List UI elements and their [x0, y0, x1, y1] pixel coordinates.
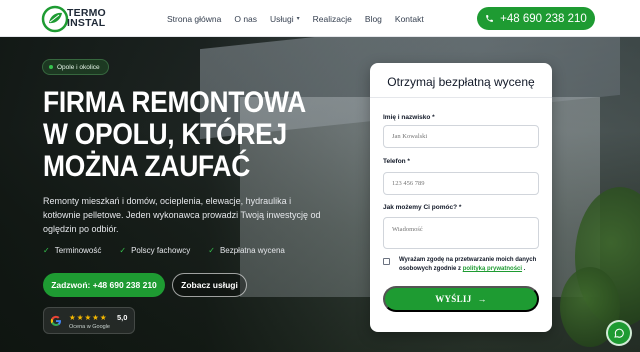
form-divider	[370, 97, 552, 98]
name-label: Imię i nazwisko *	[383, 114, 435, 121]
feature-item: ✓ Bezpłatna wycena	[208, 246, 285, 255]
rating-stars: ★★★★★	[69, 313, 108, 322]
submit-label: WYŚLIJ	[435, 294, 472, 304]
nav-item-services[interactable]: Usługi ▾	[270, 14, 300, 24]
brand-logo[interactable]: TERMO INSTAL	[41, 3, 131, 34]
hero-title: Firma remontowa w Opolu, której można za…	[43, 86, 305, 183]
header-phone-button[interactable]: +48 690 238 210	[477, 7, 595, 30]
badge-dot-icon	[49, 65, 53, 69]
hero-section: Opole i okolice Firma remontowa w Opolu,…	[0, 37, 640, 352]
submit-button[interactable]: WYŚLIJ →	[383, 286, 539, 312]
feature-label: Terminowość	[54, 246, 102, 255]
call-button[interactable]: Zadzwoń: +48 690 238 210	[43, 273, 165, 297]
rating-value: 5,0	[117, 313, 128, 322]
check-icon: ✓	[208, 246, 215, 255]
feature-label: Bezpłatna wycena	[219, 246, 285, 255]
phone-field[interactable]	[383, 172, 539, 195]
chevron-down-icon: ▾	[296, 16, 300, 22]
check-icon: ✓	[43, 246, 50, 255]
quote-form: Otrzymaj bezpłatną wycenę Imię i nazwisk…	[370, 63, 552, 332]
location-badge-text: Opole i okolice	[57, 63, 100, 71]
nav-item-home[interactable]: Strona główna	[167, 14, 221, 24]
main-nav: Strona główna O nas Usługi ▾ Realizacje B…	[167, 0, 437, 37]
nav-item-services-label: Usługi	[270, 13, 294, 24]
feature-item: ✓ Terminowość	[43, 246, 101, 255]
phone-label: Telefon *	[383, 158, 410, 165]
phone-icon	[486, 15, 494, 22]
consent-text: Wyrażam zgodę na przetwarzanie moich dan…	[399, 256, 539, 274]
message-label: Jak możemy Ci pomóc? *	[383, 204, 462, 211]
google-g-icon	[50, 315, 61, 326]
form-title: Otrzymaj bezpłatną wycenę	[387, 75, 535, 89]
message-field[interactable]	[383, 217, 539, 249]
brand-line2: INSTAL	[67, 17, 106, 29]
arrow-right-icon: →	[477, 294, 487, 304]
name-field[interactable]	[383, 125, 539, 148]
nav-item-projects[interactable]: Realizacje	[313, 14, 352, 24]
feature-label: Polscy fachowcy	[131, 246, 191, 255]
check-icon: ✓	[119, 246, 127, 255]
rating-label: Ocena w Google	[69, 324, 110, 330]
see-services-button[interactable]: Zobacz usługi	[172, 273, 247, 297]
hero-lead: Remonty mieszkań i domów, ocieplenia, el…	[43, 196, 321, 234]
google-rating-badge[interactable]: ★★★★★ 5,0 Ocena w Google	[43, 307, 135, 334]
chat-icon	[614, 328, 624, 338]
nav-item-blog[interactable]: Blog	[365, 14, 382, 24]
feature-item: ✓ Polscy fachowcy	[119, 246, 190, 255]
header-phone-number: +48 690 238 210	[500, 12, 587, 25]
brand-name: TERMO INSTAL	[67, 8, 106, 29]
nav-item-about[interactable]: O nas	[234, 14, 257, 24]
location-badge: Opole i okolice	[42, 59, 109, 75]
logo-leaf-icon	[41, 5, 69, 32]
consent-checkbox[interactable]	[383, 258, 390, 265]
hero-features: ✓ Terminowość ✓ Polscy fachowcy ✓ Bezpłatna…	[43, 246, 285, 255]
nav-item-contact[interactable]: Kontakt	[395, 14, 424, 24]
privacy-policy-link[interactable]: polityką prywatności	[463, 266, 522, 272]
chat-button[interactable]	[606, 320, 632, 346]
site-header: TERMO INSTAL Strona główna O nas Usługi ▾…	[0, 0, 640, 37]
consent-text-end: .	[523, 266, 526, 272]
